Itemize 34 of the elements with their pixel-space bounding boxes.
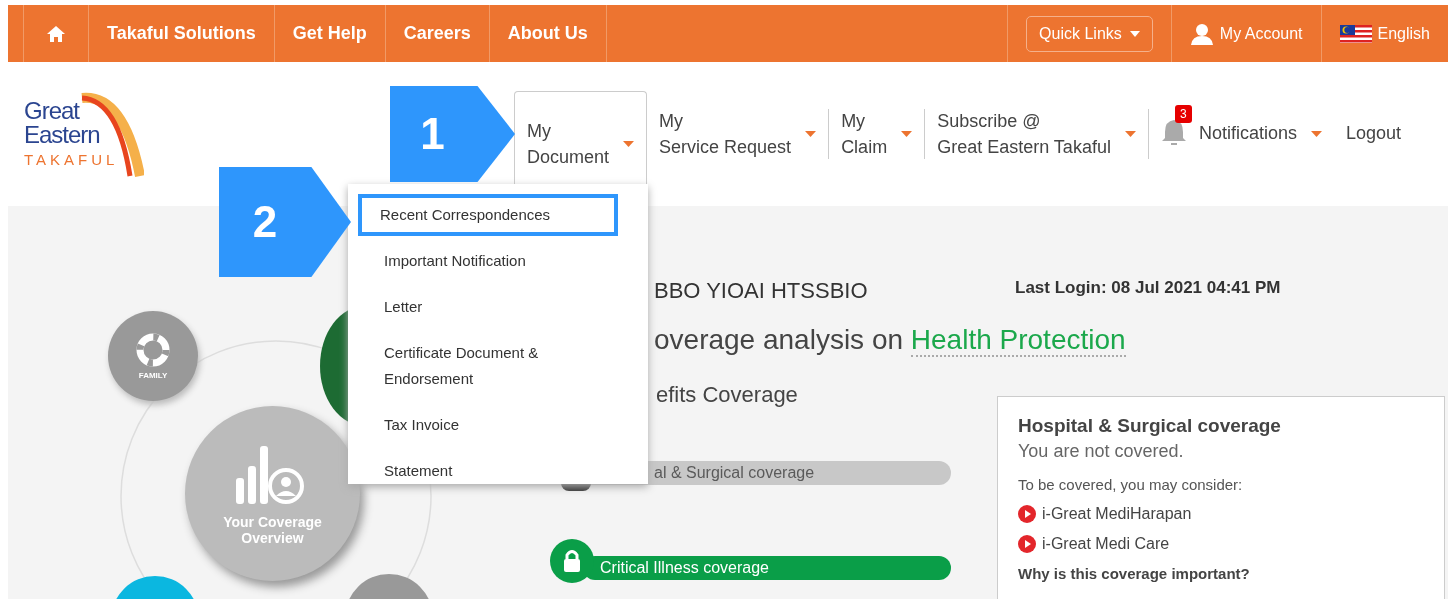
subheading: efits Coverage xyxy=(656,382,798,408)
consider-label: To be covered, you may consider: xyxy=(1018,476,1244,493)
logout-link[interactable]: Logout xyxy=(1333,80,1413,187)
menu-item[interactable]: Certificate Document & Endorsement xyxy=(368,332,610,400)
play-icon xyxy=(1018,505,1036,523)
product-link[interactable]: i-Great MediHarapan xyxy=(1018,505,1424,523)
coverage-status: You are not covered. xyxy=(1018,441,1185,462)
product-link[interactable]: i-Great Medi Care xyxy=(1018,535,1424,553)
flag-icon xyxy=(1339,24,1372,43)
notification-count: 3 xyxy=(1174,104,1192,123)
logo[interactable]: Great Eastern TAKAFUL xyxy=(24,83,154,184)
popup-title: Hospital & Surgical coverage xyxy=(1018,415,1282,437)
menu-item[interactable]: Letter xyxy=(368,286,610,328)
caret-icon xyxy=(901,130,913,137)
question-heading: Why is this coverage important? xyxy=(1018,565,1251,582)
caret-icon xyxy=(1124,130,1136,137)
nav-menu-item[interactable]: My Service Request xyxy=(647,80,829,187)
caret-icon xyxy=(805,130,817,137)
heading: overage analysis on xyxy=(654,324,905,355)
last-login: Last Login: 08 Jul 2021 04:41 PM xyxy=(1015,278,1281,298)
nav-menu-item[interactable]: My Claim xyxy=(829,80,925,187)
lifebuoy-icon xyxy=(136,332,170,367)
customer-name: BBO YIOAI HTSSBIO xyxy=(654,278,868,304)
caret-icon xyxy=(1310,130,1322,137)
user-icon xyxy=(1189,22,1214,45)
home-icon xyxy=(46,24,66,43)
menu-item[interactable]: Important Notification xyxy=(368,240,610,282)
play-icon xyxy=(1018,535,1036,553)
nav-menu-item[interactable]: Subscribe @ Great Eastern Takaful xyxy=(925,80,1148,187)
lock-icon[interactable] xyxy=(549,538,595,584)
caret-icon xyxy=(623,141,635,147)
menu-item[interactable]: Tax Invoice xyxy=(368,404,610,446)
menu-item[interactable]: Recent Correspondences xyxy=(358,194,618,236)
caret-icon xyxy=(1129,30,1140,37)
